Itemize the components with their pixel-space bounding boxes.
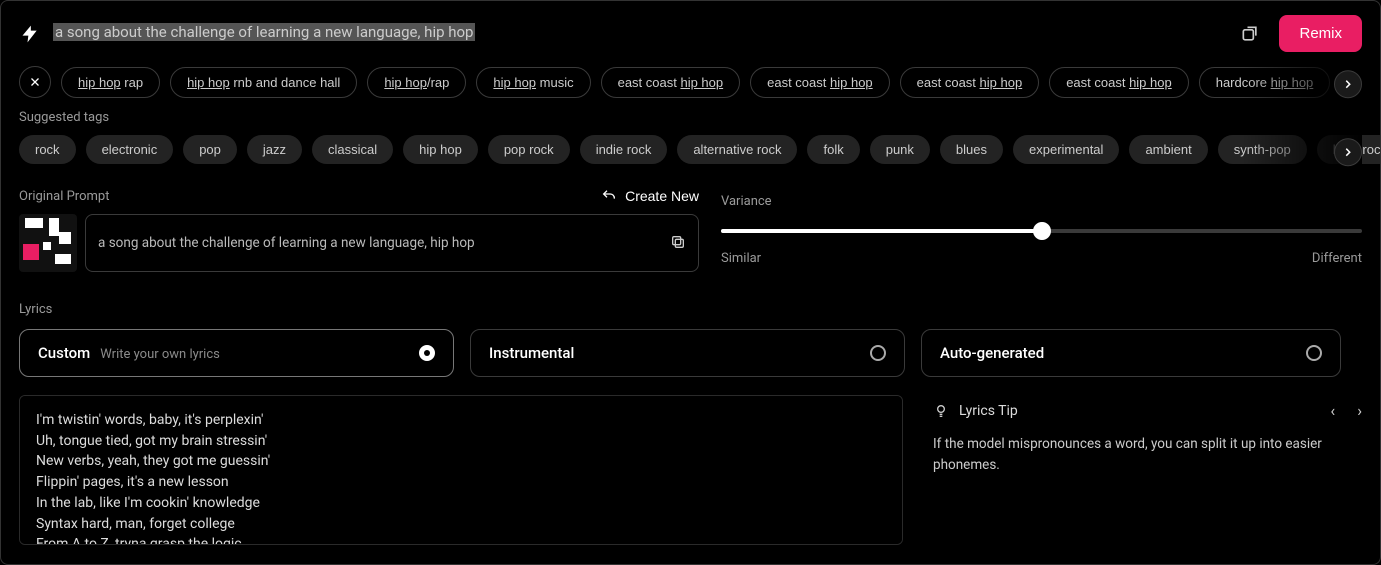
tag-pill[interactable]: pop [183,135,237,164]
tip-body: If the model mispronounces a word, you c… [933,434,1362,476]
lyrics-options: CustomWrite your own lyrics Instrumental… [19,329,1362,377]
radio-icon [1306,345,1322,361]
variance-panel: Variance Similar Different [721,188,1362,266]
remix-button[interactable]: Remix [1279,15,1362,52]
original-prompt-label: Original Prompt [19,189,109,204]
style-pill[interactable]: east coast hip hop [601,67,741,98]
top-bar: a song about the challenge of learning a… [1,1,1380,64]
variance-slider[interactable] [721,221,1362,241]
tag-pill[interactable]: jazz [247,135,302,164]
slider-handle[interactable] [1033,222,1051,240]
lyrics-tip-panel: Lyrics Tip ‹ › If the model mispronounce… [933,395,1362,545]
radio-icon [870,345,886,361]
copy-button[interactable] [670,234,686,253]
expand-icon[interactable] [1237,21,1263,47]
variance-label: Variance [721,194,1362,209]
style-pill[interactable]: hip hop rap [61,67,160,98]
tag-pill[interactable]: blues [940,135,1003,164]
prompt-wrap: a song about the challenge of learning a… [53,23,1225,45]
original-prompt-left: Original Prompt Create New a song about … [19,188,699,272]
style-pill[interactable]: hip hop/rap [367,67,466,98]
original-prompt-text: a song about the challenge of learning a… [98,235,475,251]
lyrics-body: Lyrics Tip ‹ › If the model mispronounce… [19,395,1362,545]
tag-pill[interactable]: electronic [86,135,174,164]
original-prompt-row: Original Prompt Create New a song about … [1,176,1380,272]
tag-pill[interactable]: synth-pop [1218,135,1307,164]
suggested-tags-label: Suggested tags [1,110,1380,133]
tag-pill[interactable]: hip hop [403,135,478,164]
lyrics-option-custom[interactable]: CustomWrite your own lyrics [19,329,454,377]
lyrics-textarea[interactable] [19,395,903,545]
tip-title: Lyrics Tip [959,403,1018,419]
tags-scroll-right[interactable] [1334,138,1362,166]
tag-pill[interactable]: classical [312,135,393,164]
copy-icon [670,234,686,250]
original-prompt-field[interactable]: a song about the challenge of learning a… [85,214,699,272]
lyrics-section: Lyrics CustomWrite your own lyrics Instr… [1,272,1380,545]
tag-pill[interactable]: experimental [1013,135,1119,164]
tag-pill[interactable]: pop rock [488,135,570,164]
style-pill[interactable]: hip hop rnb and dance hall [170,67,357,98]
variance-right-label: Different [1312,251,1362,266]
style-pill[interactable]: east coast hip hop [750,67,890,98]
create-new-button[interactable]: Create New [601,188,699,204]
suggested-tags-row: rock electronic pop jazz classical hip h… [1,133,1380,176]
clear-styles-button[interactable] [19,66,51,98]
undo-icon [601,188,617,204]
tip-prev[interactable]: ‹ [1330,401,1335,420]
tag-pill[interactable]: alternative rock [677,135,797,164]
radio-selected-icon [419,345,435,361]
lyrics-option-instrumental[interactable]: Instrumental [470,329,905,377]
tag-pill[interactable]: folk [807,135,859,164]
tip-next[interactable]: › [1357,401,1362,420]
style-pill[interactable]: east coast hip hop [1049,67,1189,98]
styles-scroll-right[interactable] [1334,70,1362,98]
top-right: Remix [1237,15,1362,52]
tag-pill[interactable]: punk [870,135,930,164]
lyrics-label: Lyrics [19,302,1362,317]
style-pill[interactable]: east coast hip hop [900,67,1040,98]
bolt-icon [19,23,41,45]
tag-pill[interactable]: indie rock [580,135,668,164]
original-prompt-box: a song about the challenge of learning a… [19,214,699,272]
style-pill[interactable]: hardcore hip hop [1199,67,1331,98]
song-thumbnail[interactable] [19,214,77,272]
lyrics-option-auto[interactable]: Auto-generated [921,329,1341,377]
style-pill-row: hip hop rap hip hop rnb and dance hall h… [1,64,1380,110]
style-pill[interactable]: hip hop music [476,67,590,98]
tag-pill[interactable]: ambient [1129,135,1207,164]
tag-pill[interactable]: rock [19,135,76,164]
variance-left-label: Similar [721,251,761,266]
lightbulb-icon [933,403,949,419]
